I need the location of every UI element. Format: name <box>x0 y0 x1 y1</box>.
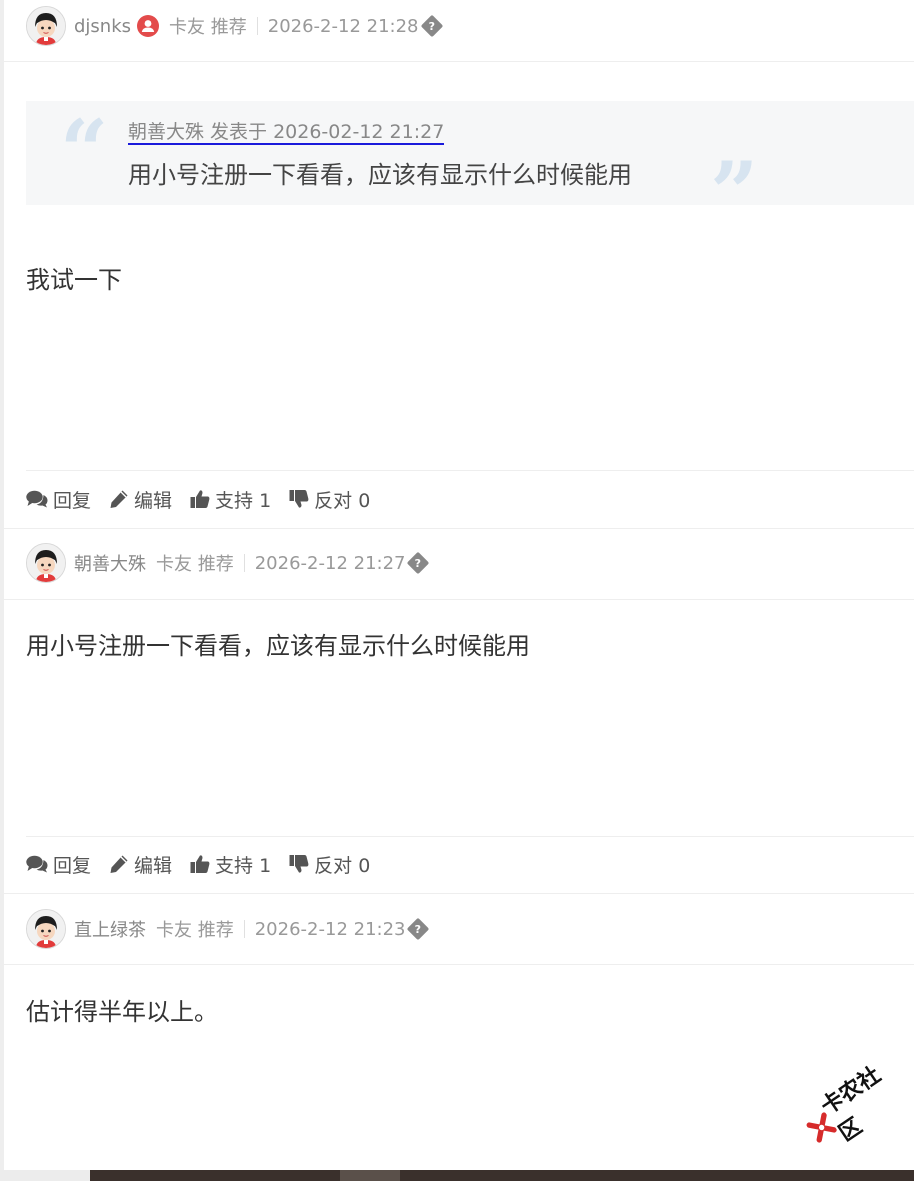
support-label: 支持 1 <box>215 489 272 512</box>
username[interactable]: 朝善大殊 <box>74 550 146 576</box>
post-header: djsnks 卡友 推荐 2026-2-12 21:28 ? <box>26 6 443 46</box>
divider <box>256 17 258 35</box>
edit-label: 编辑 <box>134 489 173 512</box>
avatar[interactable] <box>26 6 66 46</box>
quote-text: 用小号注册一下看看，应该有显示什么时候能用 <box>128 161 632 189</box>
divider <box>4 893 914 894</box>
footer-bar-segment <box>340 1170 400 1181</box>
post-time: 2026-2-12 21:27 <box>254 552 406 574</box>
reply-button[interactable]: 回复 <box>26 851 91 878</box>
cartoon-boy-avatar-icon <box>27 544 65 582</box>
avatar[interactable] <box>26 543 66 583</box>
post-header: 朝善大殊 卡友 推荐 2026-2-12 21:27 ? <box>26 543 430 583</box>
unknown-glyph-icon: ? <box>407 551 430 575</box>
cartoon-boy-avatar-icon <box>27 910 65 948</box>
unknown-glyph-icon: ? <box>407 917 430 941</box>
oppose-button[interactable]: 反对 0 <box>289 851 370 878</box>
oppose-label: 反对 0 <box>314 489 371 512</box>
divider <box>26 470 914 471</box>
post-message: 我试一下 <box>26 266 122 294</box>
edit-label: 编辑 <box>134 854 173 877</box>
post-time: 2026-2-12 21:28 <box>267 15 419 37</box>
left-border <box>0 0 4 1181</box>
unknown-glyph-icon: ? <box>420 14 443 38</box>
thumbs-down-icon <box>289 490 309 508</box>
post-actions: 回复 编辑 支持 1 反对 0 <box>26 486 388 512</box>
divider <box>4 61 914 62</box>
username[interactable]: 直上绿茶 <box>74 916 146 942</box>
reply-button[interactable]: 回复 <box>26 486 91 513</box>
support-button[interactable]: 支持 1 <box>190 486 271 513</box>
reply-label: 回复 <box>53 854 92 877</box>
post-header: 直上绿茶 卡友 推荐 2026-2-12 21:23 ? <box>26 909 430 949</box>
user-role: 卡友 推荐 <box>156 554 234 575</box>
post-time: 2026-2-12 21:23 <box>254 918 406 940</box>
thumbs-up-icon <box>190 855 210 873</box>
comments-icon <box>26 490 48 508</box>
watermark-logo: 卡农社区 <box>794 1050 914 1160</box>
avatar[interactable] <box>26 909 66 949</box>
pencil-icon <box>110 490 128 508</box>
quote-source-link[interactable]: 朝善大殊 发表于 2026-02-12 21:27 <box>128 121 445 145</box>
post-actions: 回复 编辑 支持 1 反对 0 <box>26 851 388 877</box>
divider <box>243 554 245 572</box>
post-message: 用小号注册一下看看，应该有显示什么时候能用 <box>26 632 530 660</box>
reply-label: 回复 <box>53 489 92 512</box>
user-badge-icon <box>137 15 160 37</box>
divider <box>26 836 914 837</box>
user-role: 卡友 推荐 <box>169 17 247 38</box>
post-message: 估计得半年以上。 <box>26 998 218 1026</box>
cartoon-boy-avatar-icon <box>27 7 65 45</box>
oppose-button[interactable]: 反对 0 <box>289 486 370 513</box>
oppose-label: 反对 0 <box>314 854 371 877</box>
username[interactable]: djsnks <box>74 16 131 37</box>
divider <box>4 528 914 529</box>
edit-button[interactable]: 编辑 <box>109 851 172 878</box>
divider <box>243 920 245 938</box>
user-role: 卡友 推荐 <box>156 920 234 941</box>
divider <box>4 599 914 600</box>
close-quote-icon: ” <box>710 143 759 242</box>
comments-icon <box>26 855 48 873</box>
footer-bar <box>90 1170 914 1181</box>
pencil-icon <box>110 855 128 873</box>
support-button[interactable]: 支持 1 <box>190 851 271 878</box>
divider <box>4 964 914 965</box>
thumbs-down-icon <box>289 855 309 873</box>
open-quote-icon: “ <box>60 101 109 200</box>
support-label: 支持 1 <box>215 854 272 877</box>
quote-block: “ 朝善大殊 发表于 2026-02-12 21:27 用小号注册一下看看，应该… <box>26 101 914 235</box>
edit-button[interactable]: 编辑 <box>109 486 172 513</box>
thumbs-up-icon <box>190 490 210 508</box>
